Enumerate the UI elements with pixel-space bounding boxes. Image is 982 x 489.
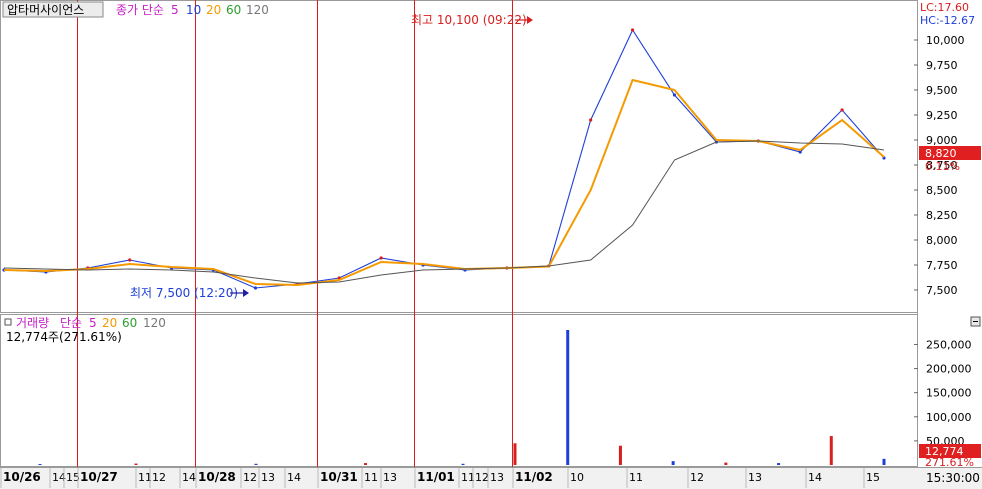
price-tick-label-8: 8,000 — [926, 234, 958, 247]
change-pct: 0.11% — [925, 160, 960, 173]
legend-ma60: 60 — [226, 3, 241, 17]
x-axis-label-20: 11 — [629, 471, 643, 484]
x-axis-label-3: 10/27 — [80, 470, 118, 484]
hc-label: HC:-12.67 — [920, 14, 975, 27]
price-panel-frame — [0, 0, 918, 313]
lc-label: LC:17.60 — [920, 1, 969, 14]
time-label: 15:30:00 — [926, 471, 980, 485]
x-axis-label-18: 11/02 — [515, 470, 553, 484]
price-tick-label-3: 9,250 — [926, 109, 958, 122]
volume-bar-7 — [618, 445, 622, 465]
x-axis-label-9: 13 — [261, 471, 275, 484]
vol-legend-ma60: 60 — [122, 316, 137, 330]
price-point-6 — [253, 286, 258, 290]
x-axis-label-0: 10/26 — [3, 470, 41, 484]
volume-title: 거래량 — [16, 316, 49, 330]
price-point-20 — [840, 108, 844, 112]
price-point-9 — [379, 256, 383, 260]
price-legend-prefix: 종가 단순 — [116, 3, 164, 17]
legend-ma20: 20 — [206, 3, 221, 17]
price-tick-label-10: 7,500 — [926, 284, 958, 297]
volume-tick-label-1: 200,000 — [926, 363, 972, 376]
volume-panel-frame — [0, 314, 918, 467]
stock-chart-svg: 10,0009,7509,5009,2509,0008,7508,5008,25… — [0, 0, 982, 489]
price-point-14 — [589, 118, 593, 122]
volume-y-ticks: 250,000200,000150,000100,00050,000 — [914, 338, 972, 448]
x-axis-label-8: 12 — [243, 471, 257, 484]
volume-bar-11 — [829, 436, 833, 465]
volume-bar-9 — [724, 462, 728, 465]
x-axis-label-14: 11/01 — [417, 470, 455, 484]
x-axis-label-21: 12 — [690, 471, 704, 484]
volume-legend-prefix: 단순 — [60, 316, 82, 330]
legend-ma10: 10 — [186, 3, 201, 17]
low-marker-label: 최저 7,500 (12:20) — [130, 286, 238, 300]
vol-legend-ma120: 120 — [143, 316, 166, 330]
volume-bar-6 — [566, 330, 570, 465]
price-point-3 — [128, 258, 132, 262]
x-axis-label-7: 10/28 — [198, 470, 236, 484]
volume-tick-label-3: 100,000 — [926, 411, 972, 424]
x-axis-label-17: 13 — [490, 471, 504, 484]
chart-root: 10,000 9,750 9,500 9,250 9,000 8,750 8,500 8,25… — [0, 0, 982, 489]
volume-bar-8 — [671, 461, 675, 465]
x-axis-label-10: 14 — [287, 471, 301, 484]
stock-name[interactable]: 압타머사이언스 — [7, 3, 84, 17]
vol-legend-ma20: 20 — [102, 316, 117, 330]
price-tick-label-7: 8,250 — [926, 209, 958, 222]
volume-bar-3 — [364, 463, 367, 465]
volume-bar-1 — [134, 463, 138, 465]
price-tick-label-9: 7,750 — [926, 259, 958, 272]
volume-bar-12 — [882, 458, 886, 465]
price-point-16 — [672, 93, 677, 97]
vol-legend-ma5: 5 — [89, 316, 97, 330]
volume-bar-10 — [777, 463, 781, 465]
x-axis-label-16: 12 — [475, 471, 489, 484]
volume-tick-label-0: 250,000 — [926, 338, 972, 351]
price-tick-label-6: 8,500 — [926, 184, 958, 197]
price-tick-label-2: 9,500 — [926, 84, 958, 97]
volume-bar-2 — [254, 463, 258, 465]
x-axis-label-22: 13 — [748, 471, 762, 484]
x-axis-label-6: 14 — [182, 471, 196, 484]
ratio-label: 271.61% — [925, 456, 974, 469]
price-tick-label-1: 9,750 — [926, 59, 958, 72]
current-volume: 12,774주(271.61%) — [6, 330, 122, 344]
x-axis-label-5: 12 — [152, 471, 166, 484]
price-point-15 — [630, 28, 635, 32]
last-price: 8,820 — [925, 147, 957, 160]
price-tick-label-0: 10,000 — [926, 34, 965, 47]
x-axis-label-19: 10 — [570, 471, 584, 484]
x-axis-label-12: 11 — [364, 471, 378, 484]
price-tick-label-4: 9,000 — [926, 134, 958, 147]
high-marker-label: 최고 10,100 (09:22) — [411, 13, 527, 27]
legend-ma120: 120 — [246, 3, 269, 17]
volume-bar-0 — [38, 464, 42, 466]
x-axis-label-24: 15 — [866, 471, 880, 484]
volume-bar-4 — [461, 463, 465, 465]
x-axis-label-13: 13 — [383, 471, 397, 484]
x-axis-label-23: 14 — [808, 471, 822, 484]
legend-ma5: 5 — [171, 3, 179, 17]
volume-bar-5 — [513, 443, 517, 465]
volume-tick-label-2: 150,000 — [926, 387, 972, 400]
x-axis-label-11: 10/31 — [320, 470, 358, 484]
